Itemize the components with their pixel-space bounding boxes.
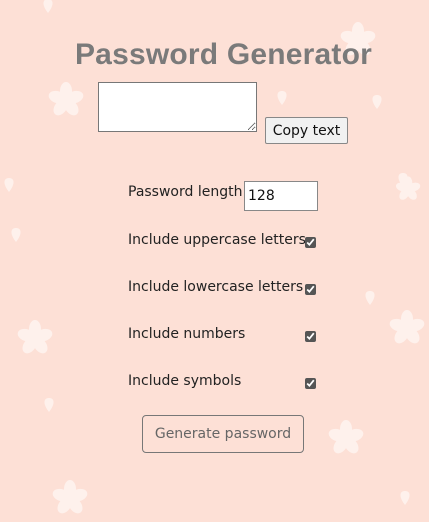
password-output[interactable] xyxy=(98,82,257,132)
numbers-checkbox[interactable] xyxy=(305,331,316,342)
page-title: Password Generator xyxy=(74,38,373,71)
symbols-checkbox[interactable] xyxy=(305,378,316,389)
lowercase-label: Include lowercase letters xyxy=(128,279,304,295)
generate-password-button[interactable]: Generate password xyxy=(142,415,304,453)
uppercase-label: Include uppercase letters xyxy=(128,232,306,248)
password-length-label: Password length xyxy=(128,184,243,200)
password-length-input[interactable] xyxy=(244,181,318,211)
copy-text-button[interactable]: Copy text xyxy=(265,117,348,144)
lowercase-checkbox[interactable] xyxy=(305,284,316,295)
numbers-label: Include numbers xyxy=(128,326,246,342)
uppercase-checkbox[interactable] xyxy=(305,237,316,248)
symbols-label: Include symbols xyxy=(128,373,242,389)
